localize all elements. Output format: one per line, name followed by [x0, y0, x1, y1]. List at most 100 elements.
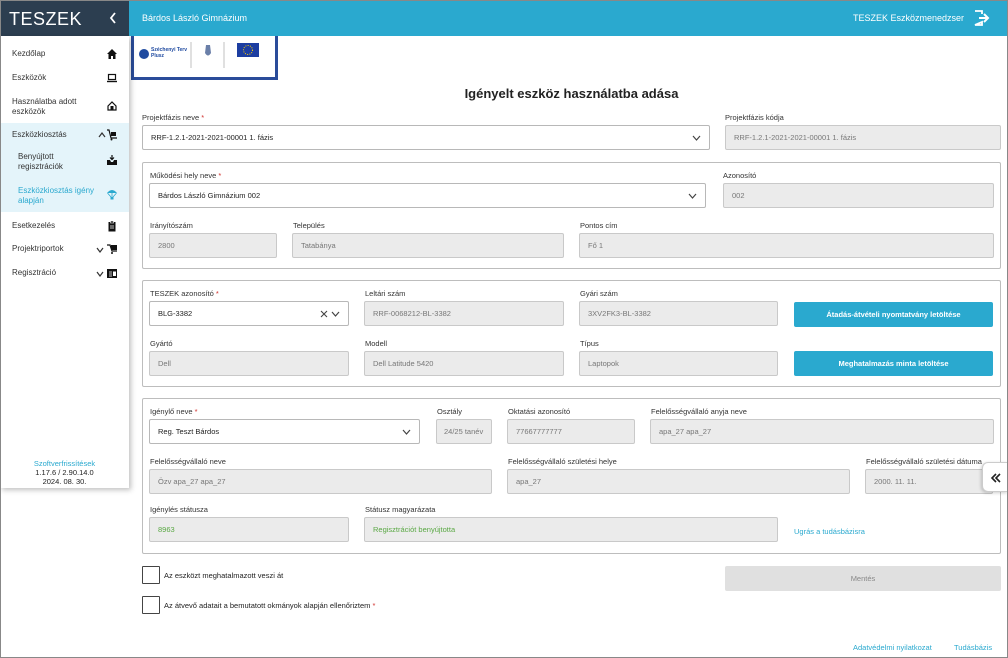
- double-chevron-left-icon: [990, 473, 1001, 483]
- registration-icon: [107, 269, 117, 278]
- software-updates-link[interactable]: Szoftverfrissítések: [0, 459, 129, 468]
- laptop-icon: [107, 73, 117, 83]
- model-label: Modell: [365, 339, 388, 348]
- status-field: 8963: [149, 517, 349, 542]
- verified-checkbox[interactable]: [142, 596, 160, 614]
- sidebar-item-home[interactable]: Kezdőlap: [0, 47, 129, 61]
- clipboard-icon: [108, 220, 116, 232]
- tool-name: TESZEK Eszközmenedzser: [852, 13, 964, 23]
- side-panel-toggle[interactable]: [982, 462, 1008, 492]
- inbox-icon: [107, 155, 117, 165]
- sidebar-item-on-demand-distribution[interactable]: Eszközkiosztás igény alapján: [0, 184, 129, 206]
- guardian-birthdate-label: Felelősségvállaló születési dátuma: [866, 457, 982, 466]
- authorized-checkbox[interactable]: [142, 566, 160, 584]
- model-field: Dell Latitude 5420: [364, 351, 564, 376]
- address-field: Fő 1: [579, 233, 994, 258]
- chevron-down-icon: [96, 271, 104, 277]
- city-field: Tatabánya: [292, 233, 564, 258]
- close-icon[interactable]: [320, 310, 328, 318]
- reports-icon: [107, 244, 117, 254]
- status-label: Igénylés státusza: [150, 505, 208, 514]
- sidebar-item-label: Benyújtott regisztrációk: [18, 152, 63, 171]
- privacy-link[interactable]: Adatvédelmi nyilatkozat: [853, 643, 932, 652]
- serial-field: 3XV2FK3-BL-3382: [579, 301, 778, 326]
- handover-icon: [107, 101, 117, 111]
- verified-label: Az átvevő adatait a bemutatott okmányok …: [164, 601, 376, 610]
- sidebar-item-label: Eszközkiosztás igény alapján: [18, 186, 95, 205]
- phase-name-select[interactable]: RRF-1.2.1-2021-2021-00001 1. fázis: [142, 125, 710, 150]
- manufacturer-field: Dell: [149, 351, 349, 376]
- chevron-up-icon: [98, 132, 106, 138]
- chevron-down-icon: [688, 193, 697, 199]
- funding-logo-banner: Széchenyi Terv Plusz: [131, 36, 278, 80]
- dolly-icon: [107, 129, 117, 141]
- site-name-select[interactable]: Bárdos László Gimnázium 002: [149, 183, 706, 208]
- guardian-name-label: Felelősségvállaló neve: [150, 457, 226, 466]
- class-label: Osztály: [437, 407, 463, 416]
- edu-id-label: Oktatási azonosító: [508, 407, 571, 416]
- sidebar-item-label: Projektriportok: [12, 244, 64, 253]
- page-title: Igényelt eszköz használatba adása: [464, 86, 679, 101]
- phase-name-label: Projektfázis neve *: [142, 113, 205, 122]
- teszek-id-label: TESZEK azonosító *: [150, 289, 219, 298]
- sidebar-item-case-handling[interactable]: Esetkezelés: [0, 219, 129, 233]
- type-label: Típus: [580, 339, 599, 348]
- app-brand: TESZEK: [9, 9, 83, 29]
- brand-block: TESZEK: [0, 0, 129, 36]
- chevron-down-icon: [692, 135, 701, 141]
- status-desc-field: Regisztrációt benyújtotta: [364, 517, 778, 542]
- guardian-mother-field: apa_27 apa_27: [650, 419, 994, 444]
- guardian-birthplace-field: apa_27: [507, 469, 850, 494]
- sidebar-item-project-reports[interactable]: Projektriportok: [0, 242, 129, 256]
- sidebar-item-label: Eszközkiosztás: [12, 130, 67, 139]
- guardian-birthplace-label: Felelősségvállaló születési helye: [508, 457, 617, 466]
- manufacturer-label: Gyártó: [150, 339, 173, 348]
- teszek-id-select[interactable]: BLG-3382: [149, 301, 349, 326]
- sidebar-item-label: Kezdőlap: [12, 49, 46, 58]
- version-label: 1.17.6 / 2.90.14.0: [35, 468, 94, 477]
- site-id-field: 002: [723, 183, 994, 208]
- sidebar-item-label: Regisztráció: [12, 268, 57, 277]
- address-label: Pontos cím: [580, 221, 618, 230]
- chevron-down-icon: [331, 311, 340, 317]
- edu-id-field: 77667777777: [507, 419, 635, 444]
- class-field: 24/25 tanév: [436, 419, 492, 444]
- zip-label: Irányítószám: [150, 221, 193, 230]
- sidebar-item-distribution[interactable]: Eszközkiosztás: [0, 128, 129, 142]
- zip-field: 2800: [149, 233, 277, 258]
- guardian-name-field: Özv apa_27 apa_27: [149, 469, 492, 494]
- sidebar-item-registration[interactable]: Regisztráció: [0, 266, 129, 280]
- type-field: Laptopok: [579, 351, 778, 376]
- top-bar: TESZEK Bárdos László Gimnázium TESZEK Es…: [0, 0, 1008, 36]
- sidebar-item-submitted-registrations[interactable]: Benyújtott regisztrációk: [0, 150, 129, 172]
- save-button[interactable]: Mentés: [725, 566, 1001, 591]
- sidebar-item-devices-in-use[interactable]: Használatba adott eszközök: [0, 95, 129, 117]
- inventory-label: Leltári szám: [365, 289, 406, 298]
- school-name: Bárdos László Gimnázium: [142, 13, 248, 23]
- home-icon: [107, 49, 117, 59]
- logout-icon[interactable]: [972, 9, 990, 27]
- parachute-icon: [107, 190, 117, 200]
- city-label: Település: [293, 221, 325, 230]
- phase-code-field: RRF-1.2.1-2021-2021-00001 1. fázis: [725, 125, 1001, 150]
- sidebar-item-label: Eszközök: [12, 73, 47, 82]
- download-handover-button[interactable]: Átadás-átvételi nyomtatvány letöltése: [794, 302, 993, 327]
- chevron-down-icon: [402, 429, 411, 435]
- version-date: 2024. 08. 30.: [42, 477, 87, 486]
- sidebar-item-devices[interactable]: Eszközök: [0, 71, 129, 85]
- sidebar-item-label: Használatba adott eszközök: [12, 97, 77, 116]
- knowledge-base-link[interactable]: Ugrás a tudásbázisra: [794, 527, 865, 536]
- requester-name-select[interactable]: Reg. Teszt Bárdos: [149, 419, 420, 444]
- guardian-birthdate-field: 2000. 11. 11.: [865, 469, 993, 494]
- knowledge-base-footer-link[interactable]: Tudásbázis: [954, 643, 992, 652]
- serial-label: Gyári szám: [580, 289, 618, 298]
- chevron-left-icon[interactable]: [108, 11, 118, 25]
- site-id-label: Azonosító: [723, 171, 757, 180]
- svg-text:Plusz: Plusz: [151, 53, 165, 59]
- site-name-label: Működési hely neve *: [150, 171, 222, 180]
- sidebar: Kezdőlap Eszközök Használatba adott eszk…: [0, 36, 129, 488]
- inventory-field: RRF-0068212-BL-3382: [364, 301, 564, 326]
- sidebar-item-label: Esetkezelés: [12, 221, 56, 230]
- download-authorization-button[interactable]: Meghatalmazás minta letöltése: [794, 351, 993, 376]
- authorized-label: Az eszközt meghatalmazott veszi át: [164, 571, 284, 580]
